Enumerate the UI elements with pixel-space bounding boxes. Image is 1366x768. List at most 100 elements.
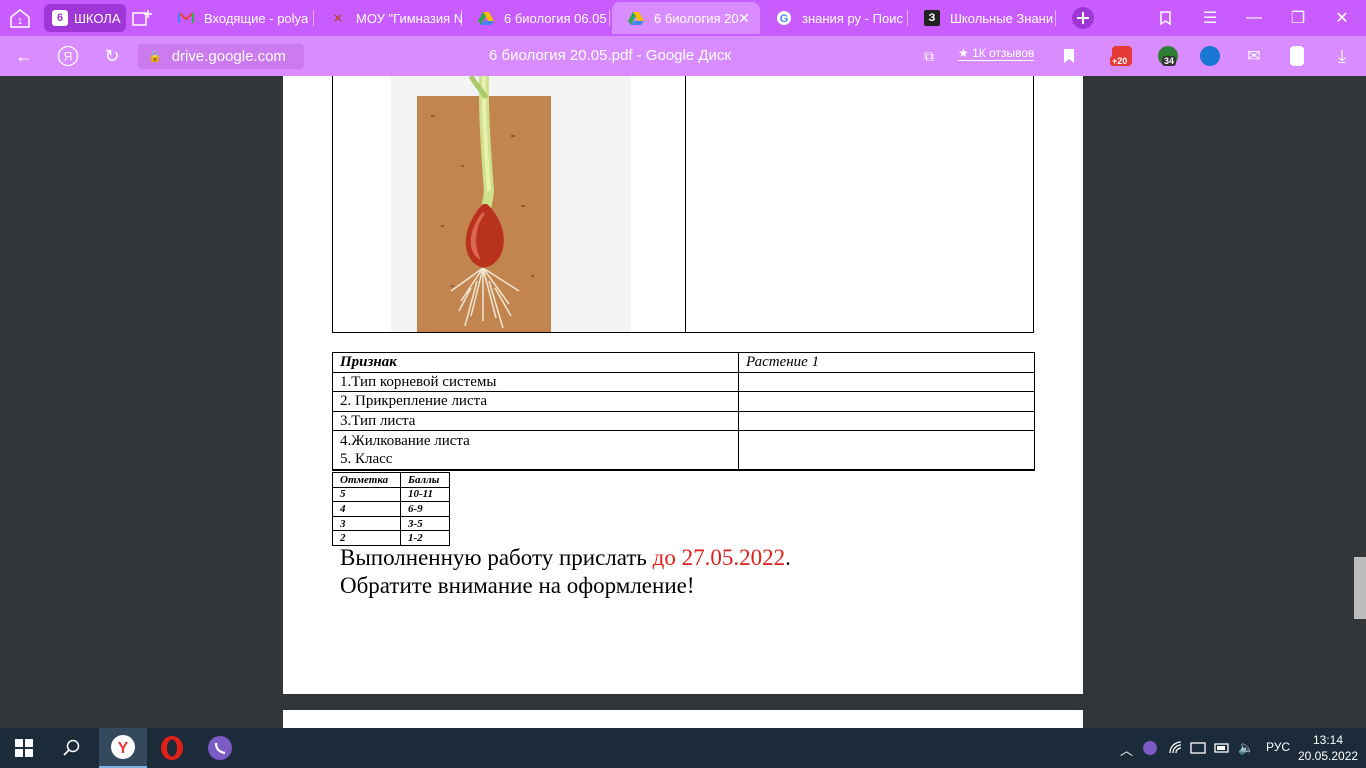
yandex-browser-taskbar-icon[interactable]: Y [99, 728, 147, 768]
table-row: Отметка Баллы [332, 472, 450, 488]
tab-title: Входящие - polya [204, 10, 309, 26]
svg-text:1: 1 [18, 17, 23, 26]
answer-cell [738, 391, 1035, 412]
back-icon[interactable]: ← [12, 44, 36, 68]
table-row: 4 6-9 [332, 501, 450, 517]
bookmark-icon[interactable] [1057, 44, 1081, 68]
tab-group-label: ШКОЛА [74, 10, 121, 26]
viber-icon[interactable] [196, 728, 244, 768]
extension-badge: 34 [1162, 56, 1177, 66]
tab-biology-2005-active[interactable]: 6 биология 20.05 ✕ [612, 2, 760, 34]
reviews-link[interactable]: ★ 1К отзывов [958, 46, 1035, 61]
reload-icon[interactable]: ↻ [100, 44, 124, 68]
network-icon[interactable] [1168, 740, 1184, 759]
extension-badge: +20 [1110, 56, 1130, 66]
table-row: Признак Растение 1 [332, 352, 1035, 373]
grade-cell: 4 [332, 501, 401, 517]
minimize-icon[interactable]: — [1240, 4, 1268, 32]
windows-taskbar: Y ︿ 🔈 РУС 13:14 20.05.2022 [0, 728, 1366, 768]
tab-title: знания ру - Поис [802, 10, 903, 26]
trait-cell: 2. Прикрепление листа [332, 391, 739, 412]
znanija-icon: З [924, 10, 940, 26]
screenshot-tray-icon[interactable] [1190, 740, 1206, 759]
close-tab-icon[interactable]: ✕ [738, 10, 750, 27]
deadline-text: Выполненную работу прислать до 27.05.202… [340, 545, 791, 571]
points-cell: 10-11 [400, 486, 450, 503]
grade-table: Отметка Баллы 5 10-11 4 6-9 3 3-5 2 1-2 [332, 472, 450, 546]
answer-cell [738, 410, 1035, 431]
extension-blue-icon[interactable] [1200, 46, 1220, 66]
extension-red-icon[interactable]: +20 [1110, 46, 1132, 66]
tab-title: 6 биология 06.05 [504, 10, 607, 26]
opera-icon[interactable] [148, 728, 196, 768]
home-screen-icon[interactable]: 1 [6, 4, 34, 32]
trait-cell: 4.Жилкование листа [332, 430, 739, 450]
gmail-icon [178, 10, 194, 26]
school-icon: ✕ [333, 12, 343, 25]
pdf-page: Признак Растение 1 1.Тип корневой систем… [283, 76, 1083, 694]
plant-bulb-illustration [391, 76, 631, 332]
tab-gymnasium[interactable]: ✕ МОУ "Гимназия № [314, 2, 462, 34]
google-drive-icon [478, 10, 494, 26]
header-trait: Признак [332, 352, 739, 373]
search-icon[interactable] [48, 728, 96, 768]
lock-icon: 🔒 [148, 51, 162, 63]
show-hidden-icons-icon[interactable]: ︿ [1120, 740, 1133, 759]
trait-table: Признак Растение 1 1.Тип корневой систем… [332, 352, 1035, 471]
tabs-copy-icon[interactable]: ⧉ [917, 44, 941, 68]
start-button[interactable] [0, 728, 48, 768]
answer-cell [738, 371, 1035, 392]
answer-cell [738, 430, 1035, 471]
trait-cell: 5. Класс [332, 450, 739, 471]
tab-title: МОУ "Гимназия № [356, 10, 462, 26]
header-grade: Отметка [332, 472, 401, 488]
clock[interactable]: 13:14 20.05.2022 [1298, 732, 1358, 764]
close-window-icon[interactable]: ✕ [1328, 4, 1356, 32]
viber-tray-icon[interactable] [1142, 740, 1158, 759]
scrollbar-thumb[interactable] [1354, 557, 1366, 619]
address-bar: ← Я ↻ 🔒 drive.google.com 6 биология 20.0… [0, 36, 1366, 76]
input-language[interactable]: РУС [1266, 740, 1290, 754]
table-row: 2 1-2 [332, 530, 450, 546]
points-cell: 1-2 [400, 530, 450, 546]
new-tab-group-icon[interactable] [128, 4, 156, 32]
menu-icon[interactable]: ☰ [1196, 4, 1224, 32]
tab-biology-0605[interactable]: 6 биология 06.05 [462, 2, 610, 34]
tab-title: 6 биология 20.05 [654, 10, 740, 26]
header-points: Баллы [400, 472, 450, 488]
volume-muted-icon[interactable]: 🔈 [1238, 740, 1254, 756]
deadline-prefix: Выполненную работу прислать [340, 545, 653, 570]
image-table [332, 76, 1034, 333]
tab-znanija[interactable]: З Школьные Знани [908, 2, 1056, 34]
new-tab-button[interactable] [1068, 4, 1098, 32]
grade-cell: 5 [332, 486, 401, 503]
page-title: 6 биология 20.05.pdf - Google Диск [489, 47, 731, 64]
yandex-logo-icon[interactable]: Я [56, 44, 80, 68]
pdf-viewer[interactable]: Признак Растение 1 1.Тип корневой систем… [0, 76, 1366, 728]
clock-date: 20.05.2022 [1298, 749, 1359, 763]
clock-time: 13:14 [1312, 733, 1344, 747]
trait-cell: 3.Тип листа [332, 410, 739, 431]
deadline-suffix: . [785, 545, 791, 570]
table-row: 3 3-5 [332, 515, 450, 532]
bookmarks-collections-icon[interactable] [1152, 4, 1180, 32]
tab-title: Школьные Знани [950, 10, 1054, 26]
table-row: 4.Жилкование листа [332, 430, 1035, 471]
tab-group-number: 6 [52, 10, 68, 26]
svg-text:Я: Я [64, 50, 73, 64]
points-cell: 3-5 [400, 515, 450, 532]
tab-google-search[interactable]: G знания ру - Поис [760, 2, 908, 34]
download-icon[interactable]: ⤓ [1330, 44, 1354, 68]
extension-doc-icon[interactable] [1290, 46, 1304, 66]
restore-icon[interactable]: ❐ [1284, 4, 1312, 32]
extension-green-icon[interactable]: 34 [1158, 46, 1178, 66]
points-cell: 6-9 [400, 501, 450, 517]
url-field[interactable]: 🔒 drive.google.com [138, 44, 304, 69]
tab-gmail[interactable]: Входящие - polya [162, 2, 314, 34]
table-row: 3.Тип листа [332, 410, 1035, 431]
battery-icon[interactable] [1214, 740, 1230, 759]
grade-cell: 2 [332, 530, 401, 546]
table-row: 2. Прикрепление листа [332, 391, 1035, 412]
mail-icon[interactable]: ✉ [1242, 44, 1266, 68]
tab-group-school[interactable]: 6 ШКОЛА [44, 4, 126, 32]
